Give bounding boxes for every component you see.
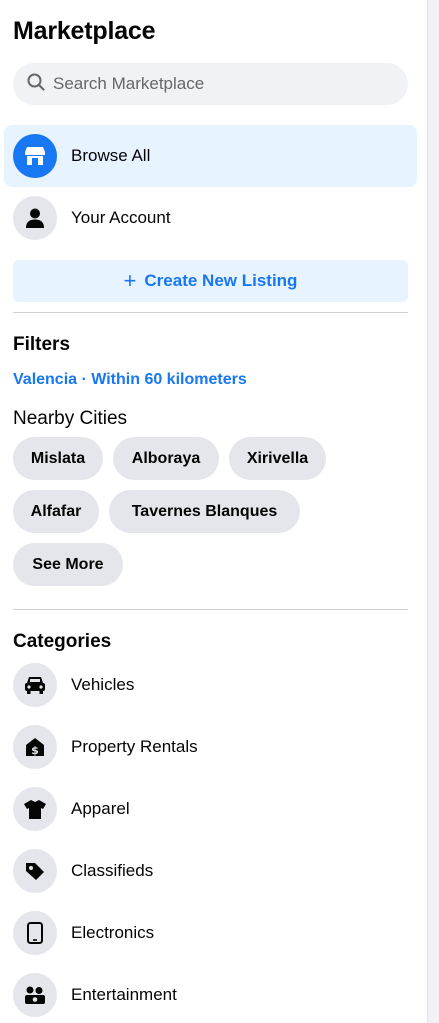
category-label: Vehicles: [71, 675, 135, 694]
category-item-electronics[interactable]: Electronics: [4, 905, 417, 961]
page-background-edge: [427, 0, 439, 1023]
search-bar[interactable]: [13, 63, 408, 105]
divider: [13, 312, 408, 313]
nav-item-your-account[interactable]: Your Account: [4, 187, 417, 249]
page-title: Marketplace: [13, 17, 156, 45]
category-label: Classifieds: [71, 861, 154, 880]
plus-icon: +: [123, 268, 137, 293]
search-icon: [27, 73, 45, 96]
create-new-listing-button[interactable]: + Create New Listing: [13, 260, 408, 302]
city-chip-mislata[interactable]: Mislata: [13, 437, 103, 480]
category-item-entertainment[interactable]: Entertainment: [4, 967, 417, 1023]
tag-icon: [13, 849, 57, 893]
car-icon: [13, 663, 57, 707]
category-item-property-rentals[interactable]: $ Property Rentals: [4, 719, 417, 775]
nearby-cities-heading: Nearby Cities: [13, 408, 128, 429]
phone-icon: [13, 911, 57, 955]
person-icon: [13, 196, 57, 240]
divider: [13, 609, 408, 610]
category-label: Apparel: [71, 799, 130, 818]
nav-item-browse-all[interactable]: Browse All: [4, 125, 417, 187]
house-dollar-icon: $: [13, 725, 57, 769]
category-item-vehicles[interactable]: Vehicles: [4, 657, 417, 713]
city-chip-alboraya[interactable]: Alboraya: [113, 437, 219, 480]
create-listing-label: Create New Listing: [144, 271, 298, 290]
city-chip-alfafar[interactable]: Alfafar: [13, 490, 99, 533]
city-chip-xirivella[interactable]: Xirivella: [229, 437, 326, 480]
category-label: Electronics: [71, 923, 155, 942]
city-chip-tavernes-blanques[interactable]: Tavernes Blanques: [109, 490, 300, 533]
people-icon: [13, 973, 57, 1017]
nav-item-label: Your Account: [71, 208, 171, 227]
category-label: Property Rentals: [71, 737, 198, 756]
svg-text:$: $: [31, 744, 39, 757]
nav-item-label: Browse All: [71, 146, 151, 165]
see-more-button[interactable]: See More: [13, 543, 123, 586]
search-input[interactable]: [51, 73, 385, 95]
marketplace-sidebar: Marketplace Browse All Your Account + Cr…: [0, 0, 420, 1023]
category-label: Entertainment: [71, 985, 177, 1004]
filters-heading: Filters: [13, 334, 71, 355]
shirt-icon: [13, 787, 57, 831]
location-filter-link[interactable]: Valencia · Within 60 kilometers: [13, 371, 247, 389]
category-item-apparel[interactable]: Apparel: [4, 781, 417, 837]
storefront-icon: [13, 134, 57, 178]
categories-heading: Categories: [13, 631, 112, 652]
category-item-classifieds[interactable]: Classifieds: [4, 843, 417, 899]
